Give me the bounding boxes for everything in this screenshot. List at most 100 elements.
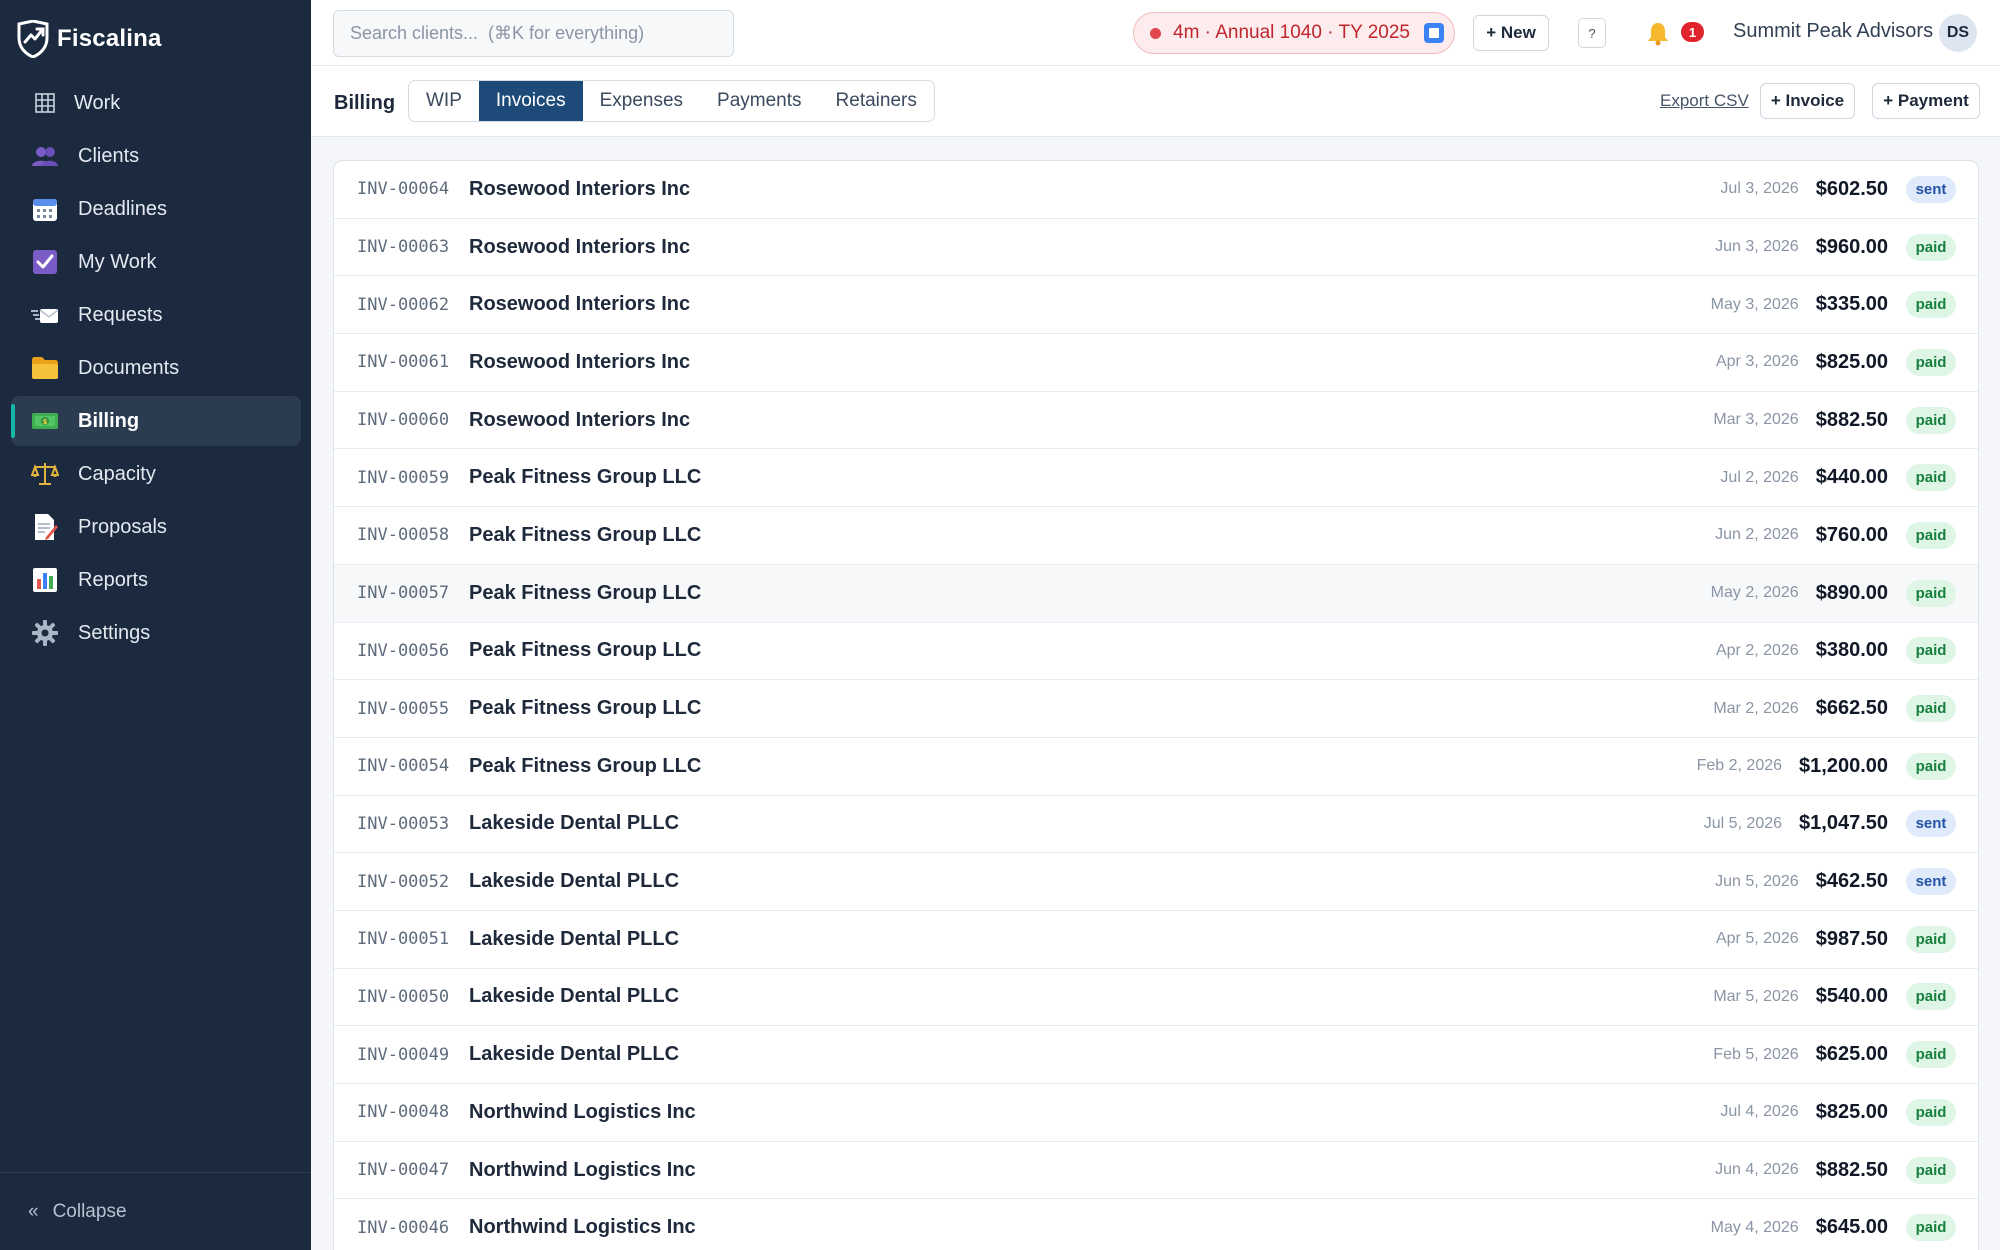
invoice-id: INV-00063 (357, 237, 450, 258)
help-button[interactable]: ? (1578, 18, 1606, 48)
invoice-meta: Apr 5, 2026 $987.50 paid (1716, 911, 1956, 968)
logo-shield-icon (17, 20, 49, 58)
notification-badge[interactable]: 1 (1681, 22, 1704, 42)
sidebar-item-reports[interactable]: Reports (11, 555, 301, 605)
table-row[interactable]: INV-00055 Peak Fitness Group LLC Mar 2, 20… (334, 680, 1978, 738)
tab-wip[interactable]: WIP (409, 81, 479, 121)
client-name[interactable]: Rosewood Interiors Inc (469, 293, 690, 316)
sidebar-item-clients[interactable]: Clients (11, 131, 301, 181)
invoice-date: Jun 3, 2026 (1715, 238, 1799, 256)
sidebar-item-label: Proposals (78, 515, 167, 538)
table-row[interactable]: INV-00051 Lakeside Dental PLLC Apr 5, 2026… (334, 911, 1978, 969)
table-row[interactable]: INV-00054 Peak Fitness Group LLC Feb 2, 20… (334, 738, 1978, 796)
client-name[interactable]: Peak Fitness Group LLC (469, 639, 701, 662)
stop-timer-icon[interactable] (1423, 23, 1444, 43)
invoice-date: Apr 2, 2026 (1715, 641, 1799, 659)
sidebar-item-proposals[interactable]: Proposals (11, 502, 301, 552)
client-name[interactable]: Rosewood Interiors Inc (469, 178, 690, 201)
status-badge: paid (1906, 1214, 1956, 1242)
client-name[interactable]: Peak Fitness Group LLC (469, 697, 701, 720)
invoice-meta: Mar 5, 2026 $540.00 paid (1713, 969, 1956, 1026)
client-name[interactable]: Peak Fitness Group LLC (469, 524, 701, 547)
invoice-date: Jun 2, 2026 (1715, 526, 1799, 544)
bell-icon[interactable] (1646, 20, 1670, 46)
table-row[interactable]: INV-00060 Rosewood Interiors Inc Mar 3, 20… (334, 392, 1978, 450)
invoice-date: May 2, 2026 (1710, 584, 1799, 602)
invoice-meta: Mar 3, 2026 $882.50 paid (1713, 392, 1956, 449)
invoice-date: Apr 3, 2026 (1715, 353, 1799, 371)
table-row[interactable]: INV-00050 Lakeside Dental PLLC Mar 5, 2026… (334, 969, 1978, 1027)
sidebar-item-label: My Work (78, 250, 157, 273)
invoice-amount: $645.00 (1815, 1216, 1888, 1239)
client-name[interactable]: Lakeside Dental PLLC (469, 870, 679, 893)
sidebar-item-capacity[interactable]: Capacity (11, 449, 301, 499)
table-row[interactable]: INV-00052 Lakeside Dental PLLC Jun 5, 2026… (334, 853, 1978, 911)
tab-payments[interactable]: Payments (700, 81, 818, 121)
table-row[interactable]: INV-00046 Northwind Logistics Inc May 4, 2… (334, 1199, 1978, 1250)
firm-name[interactable]: Summit Peak Advisors (1733, 20, 1933, 43)
client-name[interactable]: Peak Fitness Group LLC (469, 582, 701, 605)
status-badge: paid (1906, 1156, 1956, 1184)
invoice-date: Mar 5, 2026 (1713, 987, 1799, 1005)
invoice-date: Jul 4, 2026 (1720, 1103, 1799, 1121)
invoice-id: INV-00053 (357, 813, 450, 834)
tab-expenses[interactable]: Expenses (583, 81, 700, 121)
export-csv-link[interactable]: Export CSV (1660, 91, 1749, 111)
table-row[interactable]: INV-00064 Rosewood Interiors Inc Jul 3, 20… (334, 161, 1978, 219)
tab-invoices[interactable]: Invoices (478, 81, 583, 121)
folder-icon (30, 353, 60, 383)
client-name[interactable]: Northwind Logistics Inc (469, 1216, 696, 1239)
tab-retainers[interactable]: Retainers (819, 81, 934, 121)
sidebar-item-work[interactable]: Work (11, 78, 301, 128)
active-timer[interactable]: 4m · Annual 1040 · TY 2025 (1133, 12, 1455, 54)
invoice-id: INV-00056 (357, 640, 450, 661)
collapse-button[interactable]: « Collapse (0, 1172, 311, 1250)
add-invoice-button[interactable]: + Invoice (1760, 83, 1855, 119)
status-badge: paid (1906, 579, 1956, 607)
client-name[interactable]: Lakeside Dental PLLC (469, 812, 679, 835)
invoice-date: Mar 2, 2026 (1713, 699, 1799, 717)
client-name[interactable]: Lakeside Dental PLLC (469, 985, 679, 1008)
avatar[interactable]: DS (1939, 14, 1977, 52)
table-row[interactable]: INV-00056 Peak Fitness Group LLC Apr 2, 20… (334, 623, 1978, 681)
table-row[interactable]: INV-00047 Northwind Logistics Inc Jun 4, 2… (334, 1142, 1978, 1200)
invoice-amount: $440.00 (1815, 466, 1888, 489)
table-row[interactable]: INV-00053 Lakeside Dental PLLC Jul 5, 2026… (334, 796, 1978, 854)
invoice-date: Jul 3, 2026 (1720, 180, 1799, 198)
sidebar-item-settings[interactable]: Settings (11, 608, 301, 658)
table-row[interactable]: INV-00058 Peak Fitness Group LLC Jun 2, 20… (334, 507, 1978, 565)
client-name[interactable]: Northwind Logistics Inc (469, 1159, 696, 1182)
client-name[interactable]: Rosewood Interiors Inc (469, 351, 690, 374)
invoice-date: Feb 5, 2026 (1713, 1045, 1799, 1063)
client-name[interactable]: Peak Fitness Group LLC (469, 755, 701, 778)
table-row[interactable]: INV-00057 Peak Fitness Group LLC May 2, 20… (334, 564, 1978, 623)
client-name[interactable]: Lakeside Dental PLLC (469, 928, 679, 951)
table-row[interactable]: INV-00061 Rosewood Interiors Inc Apr 3, 20… (334, 334, 1978, 392)
invoice-meta: Jul 2, 2026 $440.00 paid (1720, 449, 1956, 506)
sidebar-item-deadlines[interactable]: Deadlines (11, 184, 301, 234)
status-badge: sent (1906, 868, 1956, 896)
status-badge: paid (1906, 1041, 1956, 1069)
client-name[interactable]: Rosewood Interiors Inc (469, 236, 690, 259)
table-row[interactable]: INV-00049 Lakeside Dental PLLC Feb 5, 2026… (334, 1026, 1978, 1084)
invoice-date: Apr 5, 2026 (1715, 930, 1799, 948)
sidebar-item-requests[interactable]: Requests (11, 290, 301, 340)
add-payment-button[interactable]: + Payment (1872, 83, 1980, 119)
sidebar-item-documents[interactable]: Documents (11, 343, 301, 393)
client-name[interactable]: Lakeside Dental PLLC (469, 1043, 679, 1066)
invoice-meta: Jul 4, 2026 $825.00 paid (1720, 1084, 1956, 1141)
table-row[interactable]: INV-00059 Peak Fitness Group LLC Jul 2, 20… (334, 449, 1978, 508)
sidebar-item-my-work[interactable]: My Work (11, 237, 301, 287)
table-row[interactable]: INV-00048 Northwind Logistics Inc Jul 4, 2… (334, 1084, 1978, 1142)
new-button[interactable]: + New (1473, 15, 1549, 51)
invoice-id: INV-00046 (357, 1217, 450, 1238)
table-row[interactable]: INV-00062 Rosewood Interiors Inc May 3, 20… (334, 276, 1978, 335)
client-name[interactable]: Rosewood Interiors Inc (469, 409, 690, 432)
sidebar-item-billing[interactable]: $ Billing (11, 396, 301, 446)
client-name[interactable]: Northwind Logistics Inc (469, 1101, 696, 1124)
brand-logo[interactable]: Fiscalina (15, 18, 162, 60)
invoice-id: INV-00058 (357, 525, 450, 546)
table-row[interactable]: INV-00063 Rosewood Interiors Inc Jun 3, 20… (334, 219, 1978, 277)
client-name[interactable]: Peak Fitness Group LLC (469, 466, 701, 489)
search-input[interactable] (333, 10, 734, 57)
